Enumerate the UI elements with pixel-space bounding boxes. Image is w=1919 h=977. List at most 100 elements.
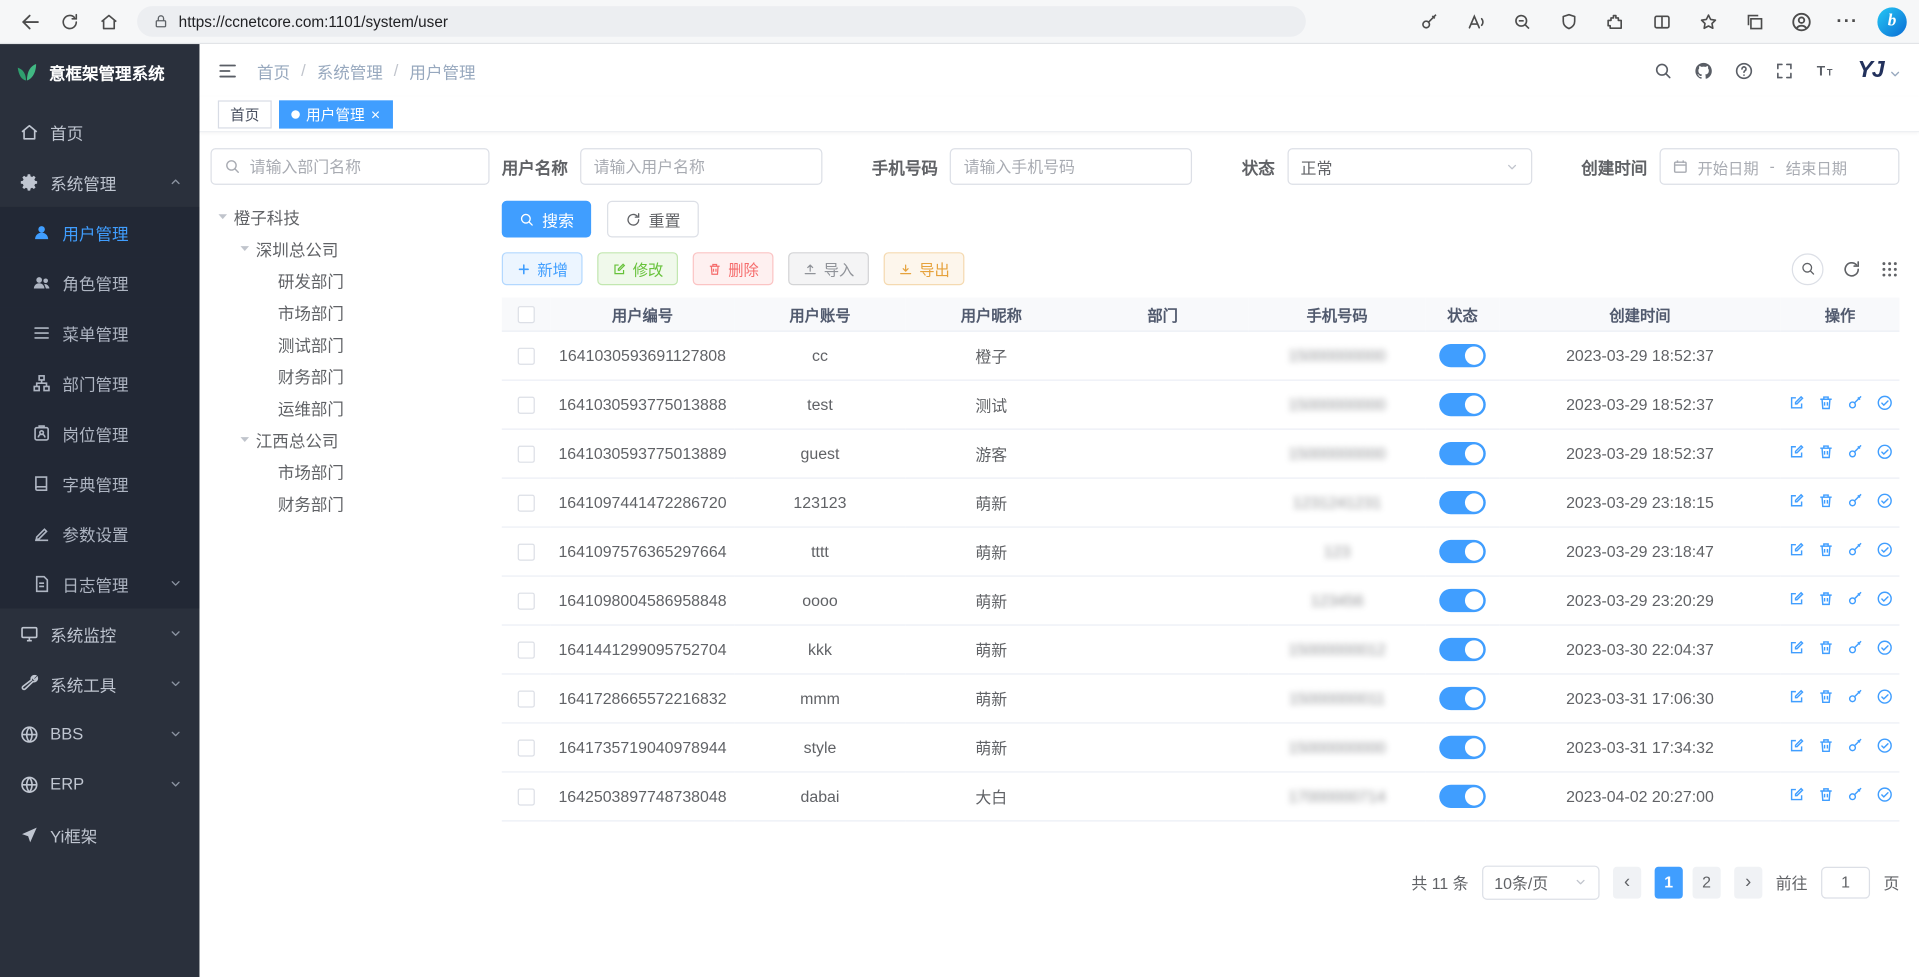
- tree-node[interactable]: 财务部门: [211, 487, 490, 519]
- search-button[interactable]: 搜索: [502, 201, 591, 238]
- row-checkbox[interactable]: [518, 347, 535, 364]
- status-toggle[interactable]: [1439, 784, 1486, 807]
- username-input[interactable]: [594, 157, 809, 175]
- edit-icon[interactable]: [1787, 638, 1804, 655]
- sidebar-item[interactable]: 系统工具: [0, 659, 199, 709]
- assign-role-icon[interactable]: [1876, 638, 1893, 655]
- delete-icon[interactable]: [1817, 492, 1834, 509]
- read-aloud-button[interactable]: [1458, 4, 1493, 38]
- password-key-button[interactable]: [1411, 4, 1446, 38]
- tree-node[interactable]: 测试部门: [211, 328, 490, 360]
- tree-node[interactable]: 运维部门: [211, 392, 490, 424]
- docs-button[interactable]: [1734, 61, 1754, 81]
- sidebar-item[interactable]: 首页: [0, 107, 199, 157]
- extensions-button[interactable]: [1597, 4, 1632, 38]
- edit-button[interactable]: 修改: [597, 252, 678, 285]
- page-size-select[interactable]: 10条/页: [1482, 865, 1599, 899]
- reset-password-icon[interactable]: [1846, 541, 1863, 558]
- assign-role-icon[interactable]: [1876, 541, 1893, 558]
- edit-icon[interactable]: [1787, 443, 1804, 460]
- created-date-range[interactable]: 开始日期 - 结束日期: [1660, 148, 1900, 185]
- sidebar-item[interactable]: 参数设置: [0, 508, 199, 558]
- tree-node[interactable]: 市场部门: [211, 296, 490, 328]
- row-checkbox[interactable]: [518, 445, 535, 462]
- collapse-sidebar-button[interactable]: [217, 59, 239, 81]
- status-toggle[interactable]: [1439, 343, 1486, 366]
- delete-icon[interactable]: [1817, 785, 1834, 802]
- phone-input[interactable]: [964, 157, 1179, 175]
- delete-icon[interactable]: [1817, 541, 1834, 558]
- sidebar-item[interactable]: 字典管理: [0, 458, 199, 508]
- tab[interactable]: 用户管理 ×: [279, 100, 392, 128]
- sidebar-item[interactable]: 用户管理: [0, 207, 199, 257]
- sidebar-item[interactable]: 日志管理: [0, 558, 199, 608]
- edit-icon[interactable]: [1787, 687, 1804, 704]
- header-search-button[interactable]: [1653, 61, 1673, 81]
- sidebar-item[interactable]: 系统监控: [0, 608, 199, 658]
- collections-button[interactable]: [1737, 4, 1772, 38]
- status-toggle[interactable]: [1439, 392, 1486, 415]
- assign-role-icon[interactable]: [1876, 443, 1893, 460]
- goto-page-input[interactable]: [1821, 866, 1870, 898]
- row-checkbox[interactable]: [518, 641, 535, 658]
- column-settings-button[interactable]: [1880, 259, 1900, 279]
- assign-role-icon[interactable]: [1876, 590, 1893, 607]
- tree-node[interactable]: 市场部门: [211, 455, 490, 487]
- assign-role-icon[interactable]: [1876, 736, 1893, 753]
- tree-node[interactable]: 财务部门: [211, 360, 490, 392]
- settings-more-button[interactable]: ···: [1830, 4, 1865, 38]
- status-select[interactable]: 正常: [1287, 148, 1532, 185]
- edit-icon[interactable]: [1787, 492, 1804, 509]
- zoom-button[interactable]: [1504, 4, 1539, 38]
- breadcrumb-item[interactable]: 用户管理 /: [409, 58, 475, 82]
- tab-close-icon[interactable]: ×: [371, 106, 380, 122]
- assign-role-icon[interactable]: [1876, 492, 1893, 509]
- split-screen-button[interactable]: [1644, 4, 1679, 38]
- copilot-button[interactable]: b: [1877, 7, 1906, 36]
- reset-password-icon[interactable]: [1846, 590, 1863, 607]
- assign-role-icon[interactable]: [1876, 785, 1893, 802]
- reset-button[interactable]: 重置: [607, 201, 699, 238]
- reset-password-icon[interactable]: [1846, 785, 1863, 802]
- row-checkbox[interactable]: [518, 690, 535, 707]
- breadcrumb-item[interactable]: 首页 /: [257, 58, 306, 82]
- sidebar-item[interactable]: BBS: [0, 709, 199, 759]
- edit-icon[interactable]: [1787, 736, 1804, 753]
- tree-node[interactable]: 深圳总公司: [211, 233, 490, 265]
- tab[interactable]: 首页: [218, 100, 272, 128]
- status-toggle[interactable]: [1439, 490, 1486, 513]
- next-page-button[interactable]: ›: [1734, 866, 1762, 898]
- row-checkbox[interactable]: [518, 592, 535, 609]
- status-toggle[interactable]: [1439, 686, 1486, 709]
- browser-home-button[interactable]: [91, 4, 128, 38]
- page-button[interactable]: 2: [1693, 866, 1721, 898]
- toggle-search-button[interactable]: [1792, 253, 1824, 285]
- delete-icon[interactable]: [1817, 638, 1834, 655]
- tree-node[interactable]: 橙子科技: [211, 201, 490, 233]
- row-checkbox[interactable]: [518, 494, 535, 511]
- sidebar-item[interactable]: 角色管理: [0, 257, 199, 307]
- edit-icon[interactable]: [1787, 785, 1804, 802]
- status-toggle[interactable]: [1439, 588, 1486, 611]
- reset-password-icon[interactable]: [1846, 736, 1863, 753]
- dept-search-box[interactable]: [211, 148, 490, 185]
- prev-page-button[interactable]: ‹: [1613, 866, 1641, 898]
- row-checkbox[interactable]: [518, 788, 535, 805]
- sidebar-item[interactable]: 系统管理: [0, 157, 199, 207]
- assign-role-icon[interactable]: [1876, 687, 1893, 704]
- browser-essentials-button[interactable]: [1551, 4, 1586, 38]
- status-toggle[interactable]: [1439, 441, 1486, 464]
- profile-button[interactable]: [1783, 4, 1818, 38]
- sidebar-item[interactable]: ERP: [0, 759, 199, 809]
- user-avatar-menu[interactable]: YJ: [1857, 59, 1901, 82]
- github-button[interactable]: [1694, 61, 1714, 81]
- assign-role-icon[interactable]: [1876, 394, 1893, 411]
- row-checkbox[interactable]: [518, 396, 535, 413]
- reset-password-icon[interactable]: [1846, 394, 1863, 411]
- delete-icon[interactable]: [1817, 590, 1834, 607]
- address-bar[interactable]: https://ccnetcore.com:1101/system/user: [137, 6, 1306, 37]
- status-toggle[interactable]: [1439, 637, 1486, 660]
- edit-icon[interactable]: [1787, 394, 1804, 411]
- refresh-table-button[interactable]: [1842, 259, 1862, 279]
- dept-search-input[interactable]: [250, 157, 476, 175]
